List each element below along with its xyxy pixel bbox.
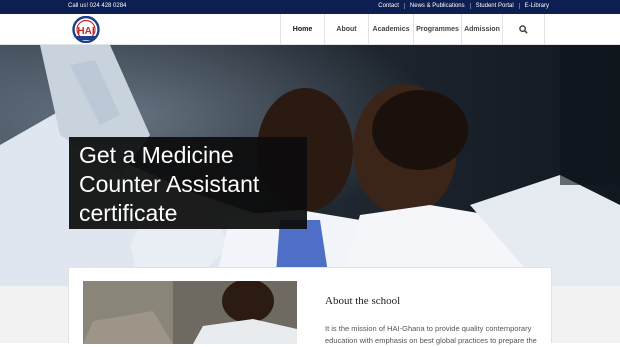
headline-line: Counter Assistant <box>79 171 260 197</box>
phone-number: Call us! 024 428 0284 <box>68 3 127 9</box>
headline-line: Get a Medicine <box>79 142 234 168</box>
main-navbar: HAI Home About Academics Programmes Admi… <box>0 14 620 45</box>
nav-search-button[interactable] <box>502 14 545 45</box>
nav-academics[interactable]: Academics <box>368 14 413 45</box>
headline-line: certificate <box>79 200 178 226</box>
student-portal-link[interactable]: Student Portal <box>469 3 519 9</box>
contact-link[interactable]: Contact <box>373 3 404 9</box>
hero-banner: Get a Medicine Counter Assistant certifi… <box>0 45 620 286</box>
about-photo-image <box>83 281 297 344</box>
school-crest-logo-icon: HAI <box>72 15 100 44</box>
about-card: About the school It is the mission of HA… <box>68 267 552 345</box>
logo-text: HAI <box>77 26 94 37</box>
hero-headline: Get a Medicine Counter Assistant certifi… <box>69 137 307 229</box>
nav-admission[interactable]: Admission <box>461 14 502 45</box>
e-library-link[interactable]: E-Library <box>518 3 554 9</box>
school-logo[interactable]: HAI <box>68 15 104 44</box>
about-text: It is the mission of HAI-Ghana to provid… <box>325 324 537 345</box>
news-publications-link[interactable]: News & Publications <box>403 3 470 9</box>
nav-about[interactable]: About <box>324 14 368 45</box>
top-bar: Call us! 024 428 0284 Contact News & Pub… <box>0 0 620 14</box>
nav-home[interactable]: Home <box>280 14 324 45</box>
main-nav: Home About Academics Programmes Admissio… <box>280 14 545 45</box>
top-links: Contact News & Publications Student Port… <box>373 3 554 9</box>
nav-programmes[interactable]: Programmes <box>413 14 461 45</box>
search-icon <box>519 25 528 34</box>
about-title: About the school <box>325 295 401 307</box>
about-photo <box>83 281 297 344</box>
